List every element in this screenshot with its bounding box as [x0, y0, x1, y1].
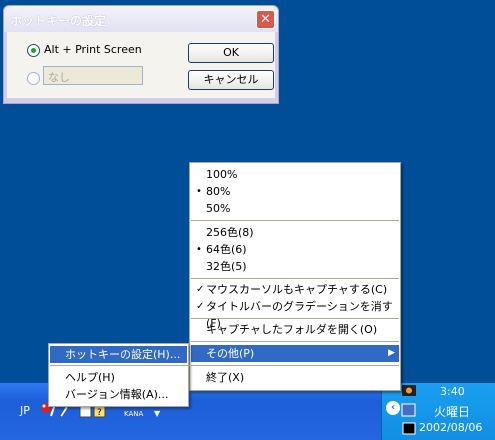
svg-text:?: ?	[97, 408, 102, 418]
radio-selected-dot	[31, 48, 36, 53]
menu-item-zoom-100[interactable]: 100%	[191, 166, 399, 183]
clock-time[interactable]: 3:40	[440, 385, 465, 398]
language-indicator[interactable]: JP	[20, 404, 30, 417]
close-icon[interactable]: ✕	[256, 10, 275, 29]
ok-button[interactable]: OK	[188, 43, 274, 63]
menu-item-capture-cursor[interactable]: ✓ マウスカーソルもキャプチャする(C)	[191, 281, 399, 298]
clock-date[interactable]: 2002/08/06	[419, 421, 482, 434]
chevron-down-icon[interactable]: ▼	[154, 409, 160, 418]
menu-item-label: 64色(6)	[206, 243, 247, 256]
menu-item-label: キャプチャしたフォルダを開く(O)	[206, 323, 378, 336]
menu-item-label: ヘルプ(H)	[65, 371, 115, 384]
dialog-body: Alt + Print Screen なし OK キャンセル	[7, 32, 275, 98]
menu-item-zoom-50[interactable]: 50%	[191, 200, 399, 217]
menu-item-remove-gradient[interactable]: ✓ タイトルバーのグラデーションを消す(F)	[191, 298, 399, 330]
menu-separator	[191, 220, 399, 221]
menu-item-label: 終了(X)	[206, 371, 245, 384]
menu-item-label: 100%	[206, 168, 238, 181]
submenu-item-version-info[interactable]: バージョン情報(A)...	[50, 386, 187, 403]
menu-item-other[interactable]: その他(P) ▶	[191, 345, 399, 362]
radio-alt-print-screen-label[interactable]: Alt + Print Screen	[44, 43, 142, 56]
menu-item-label: 80%	[206, 185, 231, 198]
cancel-button[interactable]: キャンセル	[188, 70, 274, 90]
menu-item-color-256[interactable]: 256色(8)	[191, 224, 399, 241]
menu-separator	[191, 341, 399, 342]
system-tray: ‹ 3:40 火曜日 2002/08/06	[381, 383, 495, 440]
menu-item-label: その他(P)	[206, 347, 255, 360]
menu-item-exit[interactable]: 終了(X)	[191, 369, 399, 386]
checkmark-icon: ✓	[196, 284, 205, 295]
dialog-title: ホットキーの設定	[10, 14, 107, 28]
checkmark-icon: ✓	[196, 301, 205, 312]
menu-item-label: 256色(8)	[206, 226, 254, 239]
radio-custom-hotkey[interactable]	[27, 72, 40, 85]
radio-alt-print-screen[interactable]	[27, 44, 40, 57]
menu-separator	[191, 318, 399, 319]
menu-item-label: マウスカーソルもキャプチャする(C)	[206, 283, 388, 296]
hotkey-settings-dialog: ホットキーの設定 ✕ Alt + Print Screen なし OK キャンセ…	[3, 5, 279, 104]
menu-item-zoom-80[interactable]: • 80%	[191, 183, 399, 200]
submenu-item-help[interactable]: ヘルプ(H)	[50, 369, 187, 386]
show-hidden-icons-icon[interactable]: ‹	[386, 401, 400, 415]
menu-item-color-64[interactable]: • 64色(6)	[191, 241, 399, 258]
other-submenu: ホットキーの設定(H)... ヘルプ(H) バージョン情報(A)...	[48, 343, 258, 407]
hotkey-input[interactable]: なし	[43, 66, 143, 85]
tray-app-icons[interactable]	[400, 383, 420, 440]
bullet-icon: •	[196, 244, 202, 255]
menu-item-open-folder[interactable]: キャプチャしたフォルダを開く(O)	[191, 321, 399, 338]
bullet-icon: •	[196, 186, 202, 197]
clock-day[interactable]: 火曜日	[434, 403, 470, 420]
context-menu: 100% • 80% 50% 256色(8) • 64色(6) 32色(5) ✓ マウ…	[189, 162, 401, 391]
ime-mode-label[interactable]: KANA	[124, 410, 143, 418]
submenu-item-hotkey-settings[interactable]: ホットキーの設定(H)...	[50, 346, 187, 363]
dialog-title-bar[interactable]: ホットキーの設定 ✕	[4, 6, 278, 32]
menu-item-color-32[interactable]: 32色(5)	[191, 258, 399, 275]
menu-separator	[191, 278, 399, 279]
menu-item-label: ホットキーの設定(H)...	[65, 348, 181, 361]
menu-item-label: 32色(5)	[206, 260, 247, 273]
menu-item-label: 50%	[206, 202, 231, 215]
submenu-arrow-icon: ▶	[388, 348, 395, 358]
menu-separator	[50, 365, 258, 366]
menu-item-label: バージョン情報(A)...	[65, 388, 169, 401]
